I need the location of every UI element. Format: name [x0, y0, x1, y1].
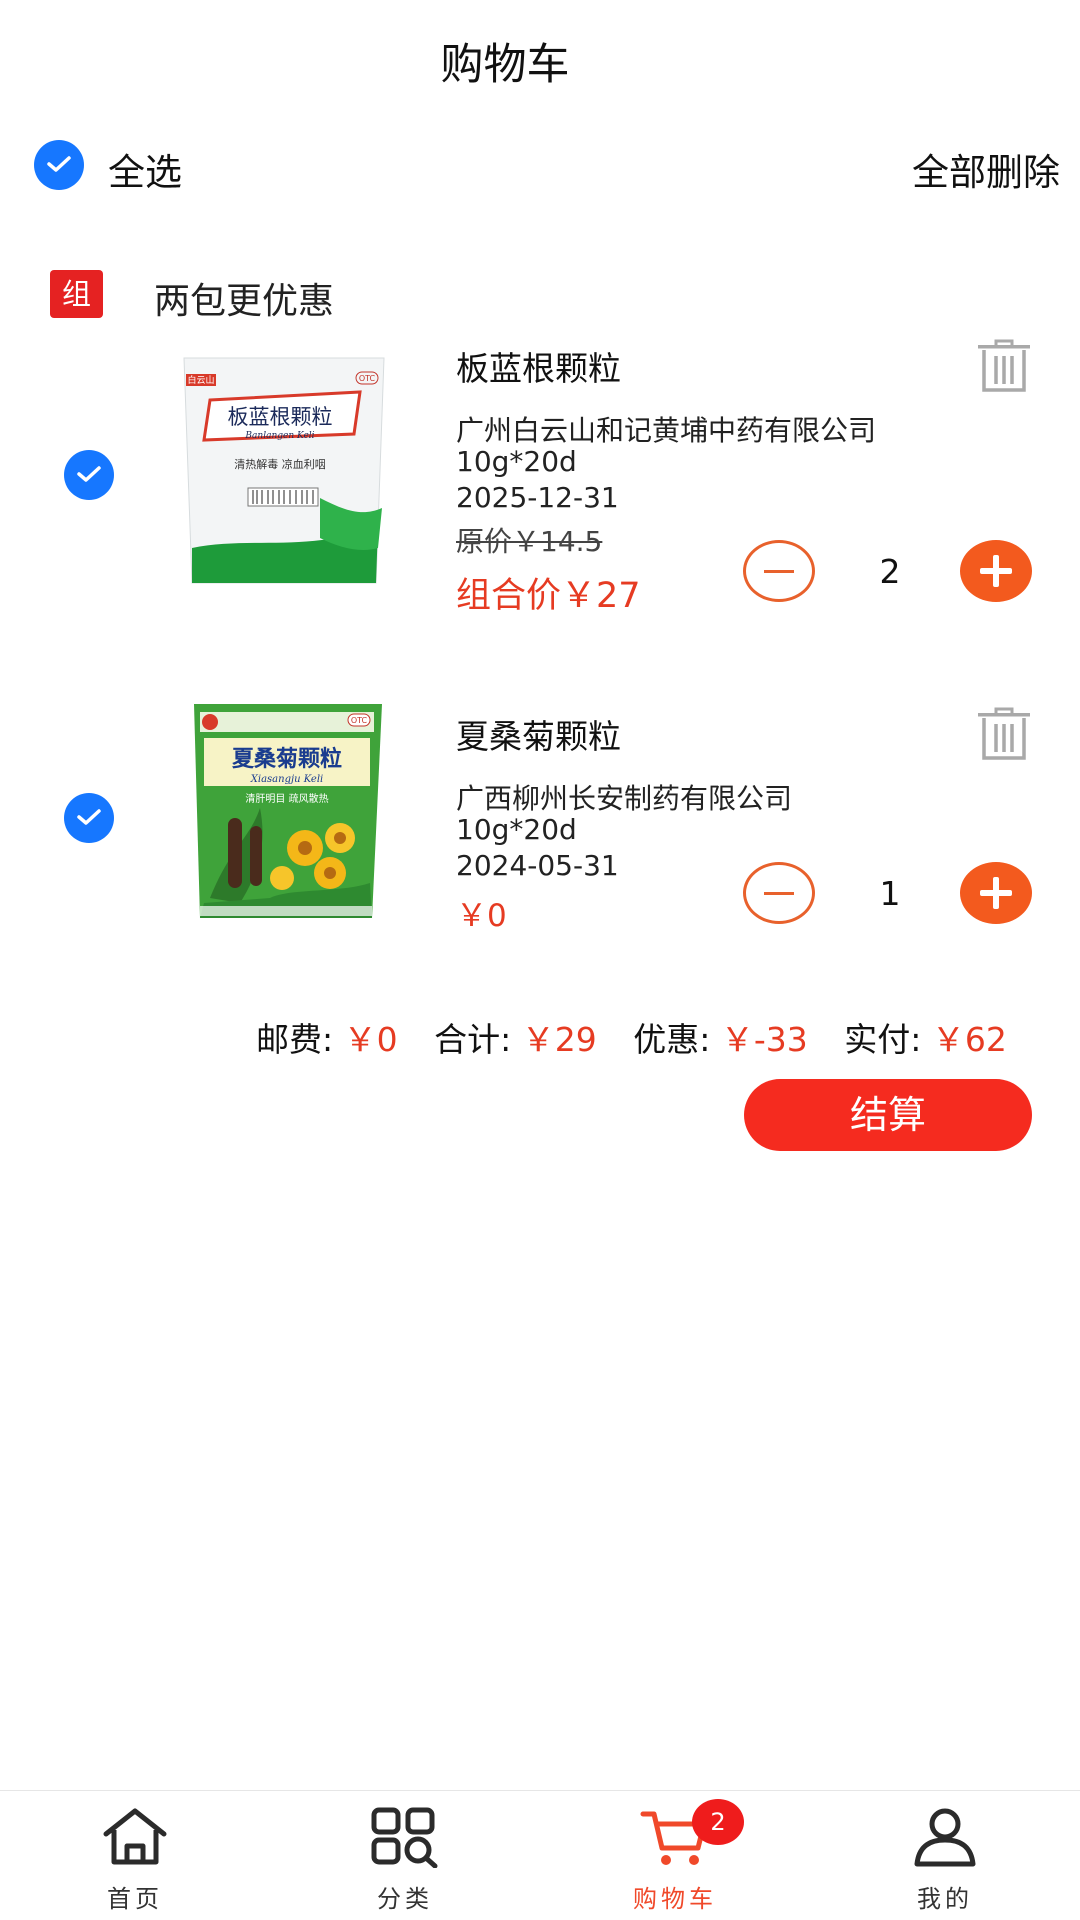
decrease-quantity-button[interactable] — [743, 540, 815, 602]
original-price: 原价￥14.5 — [456, 525, 603, 558]
increase-quantity-button[interactable] — [960, 540, 1032, 602]
package-claims: 清热解毒 凉血利咽 — [234, 457, 326, 471]
combo-badge: 组合 — [50, 270, 104, 359]
product-expiry: 2025-12-31 — [456, 481, 619, 514]
tab-cart[interactable]: 2 购物车 — [540, 1791, 810, 1920]
product-name[interactable]: 板蓝根颗粒 — [456, 342, 621, 390]
package-brand: 白云山 — [187, 374, 214, 386]
product-spec: 10g*20d — [456, 445, 577, 478]
combo-price: 组合价￥27 — [456, 576, 641, 616]
product-package-image: OTC 夏桑菊颗粒 Xiasangju Keli 清肝明目 疏风散热 — [194, 704, 382, 918]
cart-count-badge: 2 — [692, 1799, 744, 1845]
checkmark-icon — [47, 156, 71, 172]
delete-all-button[interactable]: 全部删除 — [912, 142, 1060, 196]
shipping-label: 邮费: — [256, 1020, 334, 1059]
discount-label: 优惠: — [633, 1020, 711, 1059]
trash-icon — [978, 707, 1030, 760]
delete-item-button[interactable] — [975, 338, 1033, 394]
quantity-value: 2 — [879, 552, 901, 591]
delete-item-button[interactable] — [975, 706, 1033, 762]
tab-label: 我的 — [917, 1885, 973, 1913]
package-pinyin: Xiasangju Keli — [250, 774, 323, 785]
checkmark-icon — [77, 809, 101, 825]
discount-value: ￥-33 — [720, 1020, 808, 1059]
product-name[interactable]: 夏桑菊颗粒 — [456, 710, 621, 758]
package-claims: 清肝明目 疏风散热 — [245, 792, 328, 805]
select-all-label[interactable]: 全选 — [108, 142, 182, 196]
product-spec: 10g*20d — [456, 813, 577, 846]
package-otc: OTC — [359, 374, 376, 383]
combo-title: 两包更优惠 — [154, 281, 335, 322]
tab-category[interactable]: 分类 — [270, 1791, 540, 1920]
select-all-checkbox[interactable] — [34, 140, 84, 190]
product-image[interactable]: 白云山 OTC 板蓝根颗粒 Banlangen Keli 清热解毒 凉血利咽 — [170, 348, 398, 598]
product-image[interactable]: OTC 夏桑菊颗粒 Xiasangju Keli 清肝明目 疏风散热 — [170, 698, 398, 948]
paid-label: 实付: — [844, 1020, 922, 1059]
product-manufacturer: 广西柳州长安制药有限公司 — [456, 782, 793, 815]
home-icon — [103, 1808, 167, 1865]
package-pinyin: Banlangen Keli — [244, 431, 314, 441]
quantity-value: 1 — [879, 874, 901, 913]
product-package-image: 白云山 OTC 板蓝根颗粒 Banlangen Keli 清热解毒 凉血利咽 — [183, 357, 385, 584]
product-expiry: 2024-05-31 — [456, 849, 619, 882]
paid-value: ￥62 — [931, 1020, 1007, 1059]
item-price: ￥0 — [456, 898, 507, 934]
cart-toolbar: 全选 全部删除 — [34, 140, 1060, 194]
checkmark-icon — [77, 466, 101, 482]
item-checkbox[interactable] — [64, 450, 114, 500]
package-name: 夏桑菊颗粒 — [232, 746, 342, 772]
tab-label: 购物车 — [633, 1885, 717, 1913]
total-label: 合计: — [434, 1020, 512, 1059]
decrease-quantity-button[interactable] — [743, 862, 815, 924]
package-name: 板蓝根颗粒 — [228, 405, 333, 429]
tab-home[interactable]: 首页 — [0, 1791, 270, 1920]
package-otc: OTC — [351, 716, 368, 725]
category-search-icon — [371, 1807, 438, 1868]
checkout-button[interactable]: 结算 — [744, 1079, 1032, 1151]
trash-icon — [978, 339, 1030, 392]
user-icon — [914, 1808, 976, 1867]
order-summary: 邮费: ￥0 合计: ￥29 优惠: ￥-33 实付: ￥62 — [256, 1013, 1007, 1061]
item-checkbox[interactable] — [64, 793, 114, 843]
tab-label: 首页 — [107, 1885, 163, 1913]
increase-quantity-button[interactable] — [960, 862, 1032, 924]
bottom-tab-bar: 首页 分类 2 购物车 我的 — [0, 1790, 1080, 1920]
tab-profile[interactable]: 我的 — [810, 1791, 1080, 1920]
page-title: 购物车 — [440, 40, 570, 90]
tab-label: 分类 — [377, 1885, 433, 1913]
total-value: ￥29 — [521, 1020, 597, 1059]
shipping-value: ￥0 — [343, 1020, 398, 1059]
product-manufacturer: 广州白云山和记黄埔中药有限公司 — [456, 414, 877, 447]
